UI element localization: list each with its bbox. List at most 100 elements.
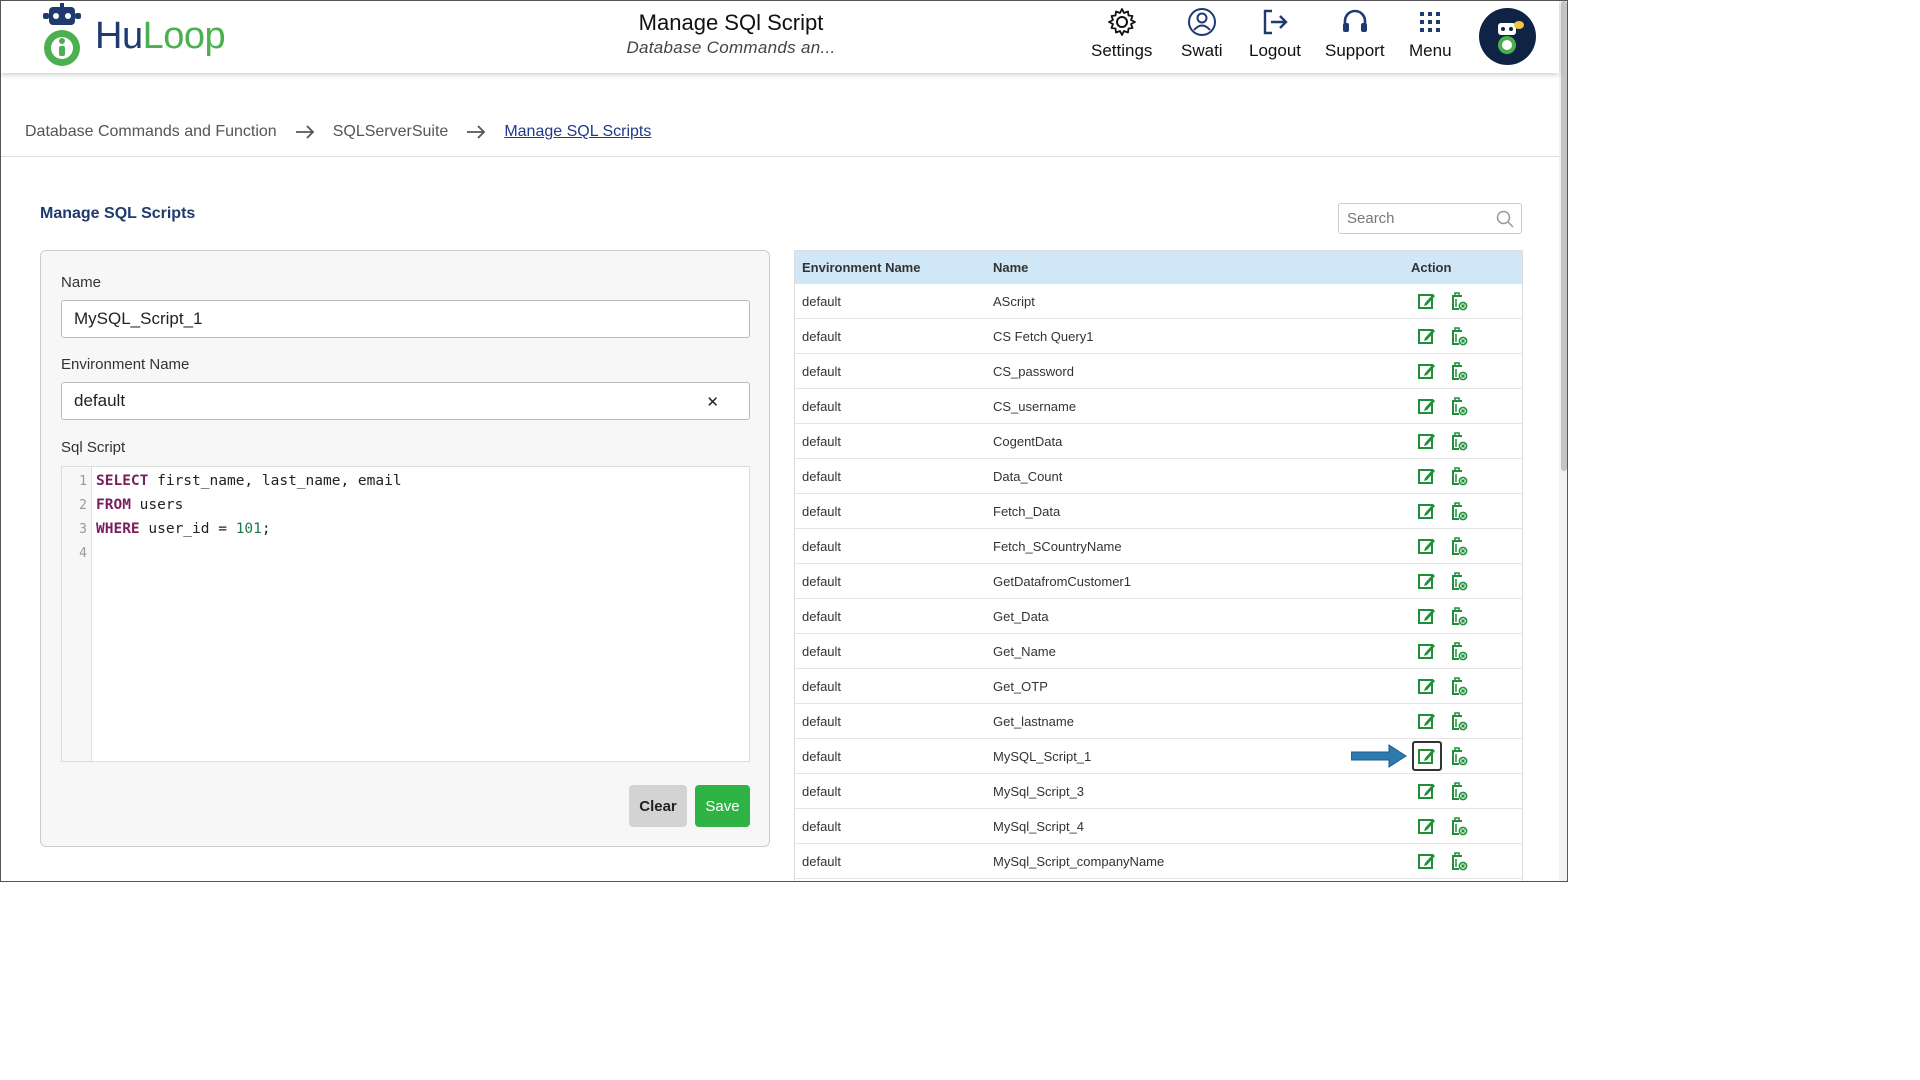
script-name-cell: MySql_Script_companyName	[993, 854, 1165, 869]
delete-icon[interactable]	[1448, 746, 1468, 766]
edit-icon[interactable]	[1417, 851, 1437, 871]
edit-icon[interactable]	[1417, 466, 1437, 486]
delete-icon[interactable]	[1448, 606, 1468, 626]
delete-icon[interactable]	[1448, 676, 1468, 696]
page: HuLoop Manage SQl Script Database Comman…	[0, 0, 1568, 882]
nav-logout[interactable]: Logout	[1249, 7, 1301, 61]
page-scrollbar-thumb[interactable]	[1561, 1, 1567, 471]
environment-cell: default	[802, 364, 842, 379]
delete-icon[interactable]	[1448, 816, 1468, 836]
breadcrumb-current[interactable]: Manage SQL Scripts	[504, 123, 651, 141]
script-name-cell: Get_lastname	[993, 714, 1074, 729]
table-row: default CS_username	[795, 389, 1522, 424]
environment-select[interactable]: default ✕	[61, 382, 750, 420]
nav-support[interactable]: Support	[1325, 7, 1385, 61]
arrow-right-icon	[295, 125, 315, 139]
script-name-cell: CogentData	[993, 434, 1063, 449]
nav-settings[interactable]: Settings	[1091, 7, 1152, 61]
scripts-table: Environment Name Name Action default AScr…	[794, 250, 1523, 881]
edit-icon[interactable]	[1417, 711, 1437, 731]
clear-selection-icon[interactable]: ✕	[706, 393, 719, 411]
edit-icon[interactable]	[1417, 291, 1437, 311]
table-row: default CS Fetch Query1	[795, 319, 1522, 354]
sql-code-editor[interactable]: 1 2 3 4 SELECT first_name, last_name, em…	[61, 466, 750, 762]
edit-icon[interactable]	[1417, 676, 1437, 696]
top-header: HuLoop Manage SQl Script Database Comman…	[1, 1, 1559, 73]
table-row: default Fetch_Data	[795, 494, 1522, 529]
delete-icon[interactable]	[1448, 326, 1468, 346]
edit-icon[interactable]	[1417, 396, 1437, 416]
breadcrumb-item[interactable]: Database Commands and Function	[25, 123, 277, 141]
edit-icon[interactable]	[1417, 536, 1437, 556]
edit-icon[interactable]	[1417, 431, 1437, 451]
edit-icon[interactable]	[1417, 606, 1437, 626]
delete-icon[interactable]	[1448, 711, 1468, 731]
delete-icon[interactable]	[1448, 466, 1468, 486]
script-name-cell: MySql_Script_4	[993, 819, 1085, 834]
search-input[interactable]: Search	[1338, 203, 1522, 234]
edit-icon[interactable]	[1417, 361, 1437, 381]
delete-icon[interactable]	[1448, 431, 1468, 451]
huloop-logo[interactable]: HuLoop	[39, 3, 226, 69]
name-input[interactable]: MySQL_Script_1	[61, 300, 750, 338]
environment-cell: default	[802, 504, 842, 519]
nav-label: Support	[1325, 41, 1385, 60]
edit-highlight-box	[1412, 741, 1442, 771]
assistant-avatar[interactable]	[1479, 8, 1536, 65]
delete-icon[interactable]	[1448, 571, 1468, 591]
edit-icon[interactable]	[1417, 816, 1437, 836]
nav-menu[interactable]: Menu	[1409, 7, 1452, 61]
script-name-cell: GetDatafromCustomer1	[993, 574, 1131, 589]
section-title: Manage SQL Scripts	[40, 205, 196, 222]
nav-label: Swati	[1181, 41, 1223, 60]
delete-icon[interactable]	[1448, 536, 1468, 556]
script-name-cell: Fetch_SCountryName	[993, 539, 1122, 554]
breadcrumb-item[interactable]: SQLServerSuite	[333, 123, 449, 141]
name-label: Name	[61, 274, 102, 291]
nav-label: Logout	[1249, 41, 1301, 60]
delete-icon[interactable]	[1448, 781, 1468, 801]
clear-button[interactable]: Clear	[629, 785, 687, 827]
code-line: FROM users	[96, 497, 184, 513]
edit-icon[interactable]	[1417, 641, 1437, 661]
table-row: default Get_Data	[795, 599, 1522, 634]
edit-icon[interactable]	[1417, 501, 1437, 521]
table-row: default MySql_Script_4	[795, 809, 1522, 844]
code-line: WHERE user_id = 101;	[96, 521, 271, 537]
script-form: Name MySQL_Script_1 Environment Name def…	[40, 250, 770, 847]
script-name-cell: MySql_Script_3	[993, 784, 1085, 799]
search-placeholder: Search	[1347, 210, 1395, 227]
robot-assistant-icon	[1497, 20, 1524, 54]
environment-cell: default	[802, 749, 842, 764]
headset-icon	[1342, 9, 1367, 32]
table-row: default CogentData	[795, 424, 1522, 459]
page-subtitle: Database Commands an...	[626, 38, 836, 57]
breadcrumb: Database Commands and Function SQLServer…	[25, 123, 651, 141]
script-name-cell: CS_password	[993, 364, 1074, 379]
delete-icon[interactable]	[1448, 851, 1468, 871]
table-row: default Get_lastname	[795, 704, 1522, 739]
column-header-environment: Environment Name	[802, 260, 921, 275]
save-button[interactable]: Save	[695, 785, 750, 827]
delete-icon[interactable]	[1448, 361, 1468, 381]
table-row: default Get_OTP	[795, 669, 1522, 704]
script-name-cell: CS_username	[993, 399, 1077, 414]
environment-cell: default	[802, 819, 842, 834]
script-name-cell: Data_Count	[993, 469, 1063, 484]
line-number-gutter: 1 2 3 4	[62, 467, 92, 761]
table-row: default Get_Name	[795, 634, 1522, 669]
search-icon[interactable]	[1496, 210, 1514, 228]
environment-cell: default	[802, 539, 842, 554]
delete-icon[interactable]	[1448, 501, 1468, 521]
delete-icon[interactable]	[1448, 396, 1468, 416]
delete-icon[interactable]	[1448, 641, 1468, 661]
edit-icon[interactable]	[1417, 326, 1437, 346]
environment-cell: default	[802, 469, 842, 484]
edit-icon[interactable]	[1417, 781, 1437, 801]
environment-cell: default	[802, 679, 842, 694]
edit-icon[interactable]	[1417, 571, 1437, 591]
user-icon	[1187, 8, 1216, 36]
nav-user[interactable]: Swati	[1181, 7, 1223, 61]
column-header-action: Action	[1411, 260, 1452, 275]
delete-icon[interactable]	[1448, 291, 1468, 311]
